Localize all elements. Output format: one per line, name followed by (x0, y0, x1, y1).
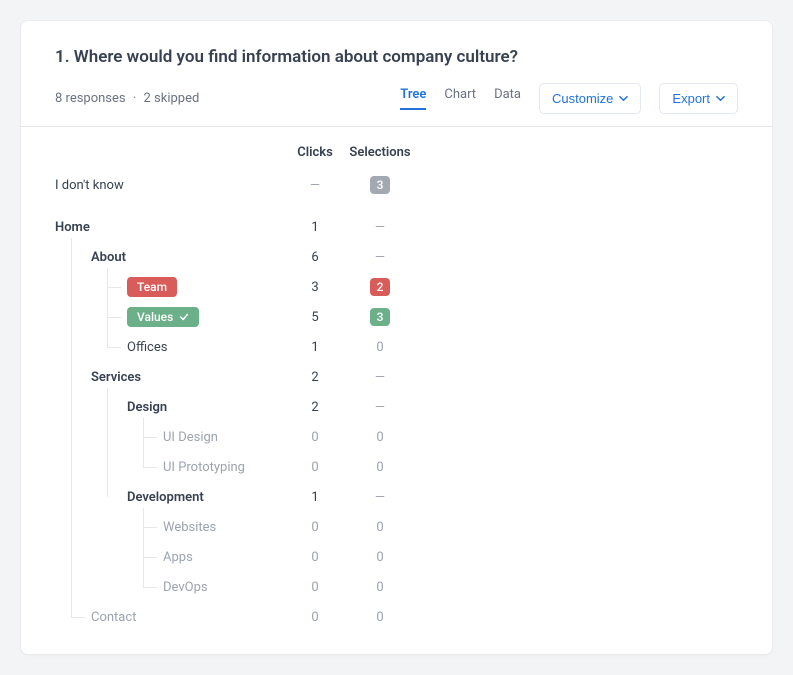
badge-team: 2 (370, 278, 390, 296)
col-head-clicks: Clicks (285, 145, 345, 166)
label-devops: DevOps (163, 580, 208, 595)
clicks-about: 6 (285, 250, 345, 265)
selections-apps: 0 (345, 550, 415, 565)
label-ui-design: UI Design (163, 430, 218, 445)
card-header: 1. Where would you find information abou… (21, 21, 772, 126)
label-home: Home (55, 220, 90, 235)
response-meta: 8 responses · 2 skipped (55, 91, 199, 106)
label-i-dont-know: I don't know (55, 178, 124, 193)
label-websites: Websites (163, 520, 216, 535)
export-label: Export (672, 91, 710, 106)
selections-team: 2 (345, 278, 415, 296)
selections-design: — (345, 400, 415, 415)
chevron-down-icon (716, 94, 725, 103)
clicks-services: 2 (285, 370, 345, 385)
label-about: About (91, 250, 126, 265)
tab-data[interactable]: Data (494, 87, 521, 110)
col-head-selections: Selections (345, 145, 415, 166)
row-contact[interactable]: Contact (55, 606, 285, 628)
selections-offices: 0 (345, 340, 415, 355)
question-text: Where would you find information about c… (74, 47, 518, 67)
row-home[interactable]: Home (55, 216, 285, 238)
clicks-ui-design: 0 (285, 430, 345, 445)
customize-button[interactable]: Customize (539, 83, 641, 114)
row-i-dont-know[interactable]: I don't know (55, 174, 285, 196)
export-button[interactable]: Export (659, 83, 738, 114)
row-team[interactable]: Team (55, 276, 285, 298)
customize-label: Customize (552, 91, 613, 106)
selections-ui-design: 0 (345, 430, 415, 445)
row-about[interactable]: About (55, 246, 285, 268)
pill-team: Team (127, 277, 177, 297)
row-websites[interactable]: Websites (55, 516, 285, 538)
clicks-home: 1 (285, 220, 345, 235)
meta-row: 8 responses · 2 skipped Tree Chart Data … (55, 83, 738, 114)
row-values[interactable]: Values (55, 306, 285, 328)
selections-about: — (345, 250, 415, 265)
row-development[interactable]: Development (55, 486, 285, 508)
row-ui-prototyping[interactable]: UI Prototyping (55, 456, 285, 478)
row-design[interactable]: Design (55, 396, 285, 418)
row-apps[interactable]: Apps (55, 546, 285, 568)
responses-count: 8 responses (55, 91, 126, 106)
chevron-down-icon (619, 94, 628, 103)
spacer (55, 204, 285, 208)
label-design: Design (127, 400, 167, 415)
separator-dot: · (133, 91, 136, 106)
label-development: Development (127, 490, 204, 505)
selections-home: — (345, 220, 415, 235)
selections-i-dont-know: 3 (345, 176, 415, 194)
row-offices[interactable]: Offices (55, 336, 285, 358)
badge-values: 3 (370, 308, 390, 326)
skipped-count: 2 skipped (144, 91, 200, 106)
selections-websites: 0 (345, 520, 415, 535)
clicks-development: 1 (285, 490, 345, 505)
clicks-contact: 0 (285, 610, 345, 625)
question-number: 1. (55, 47, 70, 67)
clicks-ui-prototyping: 0 (285, 460, 345, 475)
clicks-i-dont-know: — (285, 178, 345, 193)
clicks-team: 3 (285, 280, 345, 295)
clicks-devops: 0 (285, 580, 345, 595)
row-services[interactable]: Services (55, 366, 285, 388)
label-services: Services (91, 370, 141, 385)
label-apps: Apps (163, 550, 193, 565)
question-title: 1. Where would you find information abou… (55, 47, 738, 67)
results-body: Clicks Selections I don't know — 3 Home … (21, 127, 772, 654)
selections-devops: 0 (345, 580, 415, 595)
clicks-design: 2 (285, 400, 345, 415)
view-tabs: Tree Chart Data (400, 87, 521, 110)
label-offices: Offices (127, 340, 167, 355)
row-ui-design[interactable]: UI Design (55, 426, 285, 448)
tab-tree[interactable]: Tree (400, 87, 426, 110)
pill-values: Values (127, 307, 199, 327)
tree-grid: Clicks Selections I don't know — 3 Home … (55, 145, 738, 628)
clicks-apps: 0 (285, 550, 345, 565)
check-icon (179, 312, 189, 322)
clicks-values: 5 (285, 310, 345, 325)
label-ui-prototyping: UI Prototyping (163, 460, 245, 475)
label-values: Values (137, 310, 173, 324)
results-card: 1. Where would you find information abou… (20, 20, 773, 655)
badge-i-dont-know: 3 (370, 176, 390, 194)
controls-row: Tree Chart Data Customize Export (400, 83, 738, 114)
selections-services: — (345, 370, 415, 385)
clicks-offices: 1 (285, 340, 345, 355)
label-team: Team (137, 280, 167, 294)
row-devops[interactable]: DevOps (55, 576, 285, 598)
label-contact: Contact (91, 610, 136, 625)
tab-chart[interactable]: Chart (444, 87, 476, 110)
selections-values: 3 (345, 308, 415, 326)
selections-ui-prototyping: 0 (345, 460, 415, 475)
selections-contact: 0 (345, 610, 415, 625)
clicks-websites: 0 (285, 520, 345, 535)
selections-development: — (345, 490, 415, 505)
